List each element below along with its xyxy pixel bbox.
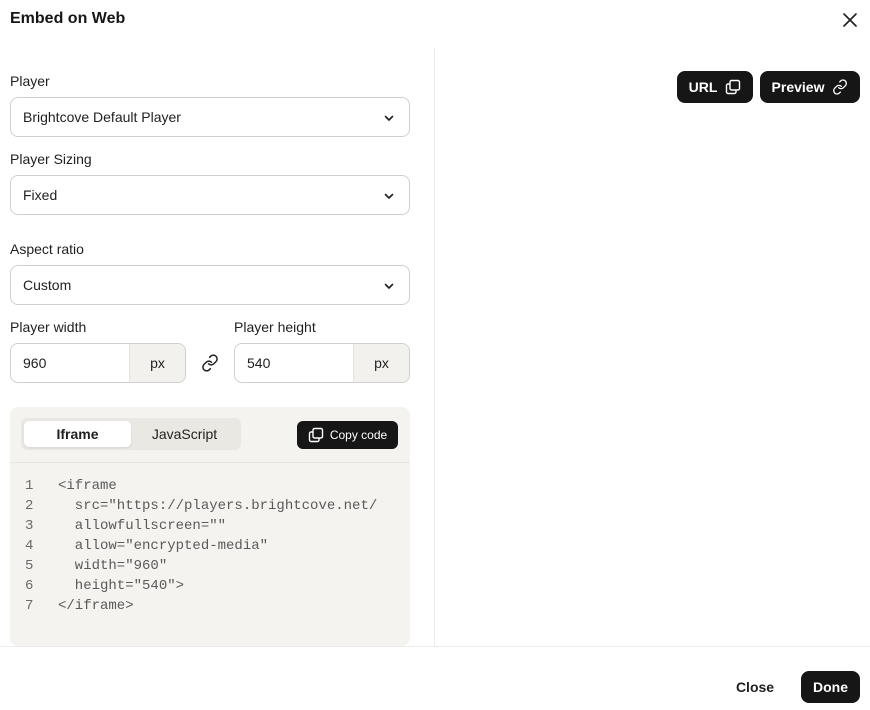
close-button[interactable]: Close: [725, 671, 785, 703]
line-number: 5: [25, 558, 34, 574]
panel-divider: [434, 48, 435, 646]
copy-icon: [308, 427, 324, 443]
tab-javascript[interactable]: JavaScript: [131, 421, 238, 447]
player-label: Player: [10, 73, 50, 89]
preview-button-label: Preview: [771, 79, 825, 95]
aspect-ratio-value: Custom: [23, 277, 72, 293]
player-sizing-label: Player Sizing: [10, 151, 92, 167]
chevron-down-icon: [384, 115, 394, 121]
copy-code-button[interactable]: Copy code: [297, 421, 398, 449]
line-text: height="540">: [58, 578, 185, 594]
preview-button[interactable]: Preview: [760, 71, 860, 103]
code-panel-header: Iframe JavaScript Copy code: [10, 407, 410, 463]
line-number: 1: [25, 478, 34, 494]
code-line: 1 <iframe: [10, 476, 410, 496]
line-text: src="https://players.brightcove.net/: [58, 498, 378, 514]
aspect-ratio-label: Aspect ratio: [10, 241, 84, 257]
url-button-label: URL: [688, 79, 718, 95]
code-block[interactable]: 1 <iframe 2 src="https://players.brightco…: [10, 476, 410, 616]
embed-code-panel: Iframe JavaScript Copy code 1 <iframe 2 s…: [10, 407, 410, 646]
link-icon: [833, 79, 848, 95]
player-height-input[interactable]: [235, 344, 353, 382]
player-width-input[interactable]: [11, 344, 129, 382]
line-text: width="960": [58, 558, 168, 574]
line-text: allow="encrypted-media": [58, 538, 269, 554]
height-unit: px: [353, 344, 409, 382]
player-width-label: Player width: [10, 319, 87, 335]
link-icon[interactable]: [200, 353, 220, 373]
code-line: 5 width="960": [10, 556, 410, 576]
dialog-title: Embed on Web: [10, 10, 126, 27]
width-unit: px: [129, 344, 185, 382]
player-sizing-value: Fixed: [23, 187, 58, 203]
code-line: 6 height="540">: [10, 576, 410, 596]
player-width-field: px: [10, 343, 186, 383]
line-number: 3: [25, 518, 34, 534]
code-line: 7 </iframe>: [10, 596, 410, 616]
code-line: 3 allowfullscreen="": [10, 516, 410, 536]
copy-code-label: Copy code: [329, 428, 388, 442]
url-button[interactable]: URL: [677, 71, 753, 103]
chevron-down-icon: [384, 193, 394, 199]
player-height-label: Player height: [234, 319, 316, 335]
line-text: <iframe: [58, 478, 117, 494]
line-text: </iframe>: [58, 598, 134, 614]
player-height-field: px: [234, 343, 410, 383]
player-select[interactable]: Brightcove Default Player: [10, 97, 410, 137]
player-sizing-select[interactable]: Fixed: [10, 175, 410, 215]
aspect-ratio-select[interactable]: Custom: [10, 265, 410, 305]
tab-iframe[interactable]: Iframe: [24, 421, 131, 447]
footer-divider: [0, 646, 870, 647]
close-icon[interactable]: [840, 10, 860, 30]
code-line: 4 allow="encrypted-media": [10, 536, 410, 556]
line-number: 4: [25, 538, 34, 554]
line-number: 7: [25, 598, 34, 614]
chevron-down-icon: [384, 283, 394, 289]
code-format-tabs: Iframe JavaScript: [21, 418, 241, 450]
copy-icon: [726, 79, 741, 95]
line-number: 2: [25, 498, 34, 514]
done-button[interactable]: Done: [801, 671, 860, 703]
code-line: 2 src="https://players.brightcove.net/: [10, 496, 410, 516]
line-number: 6: [25, 578, 34, 594]
line-text: allowfullscreen="": [58, 518, 227, 534]
player-select-value: Brightcove Default Player: [23, 109, 181, 125]
